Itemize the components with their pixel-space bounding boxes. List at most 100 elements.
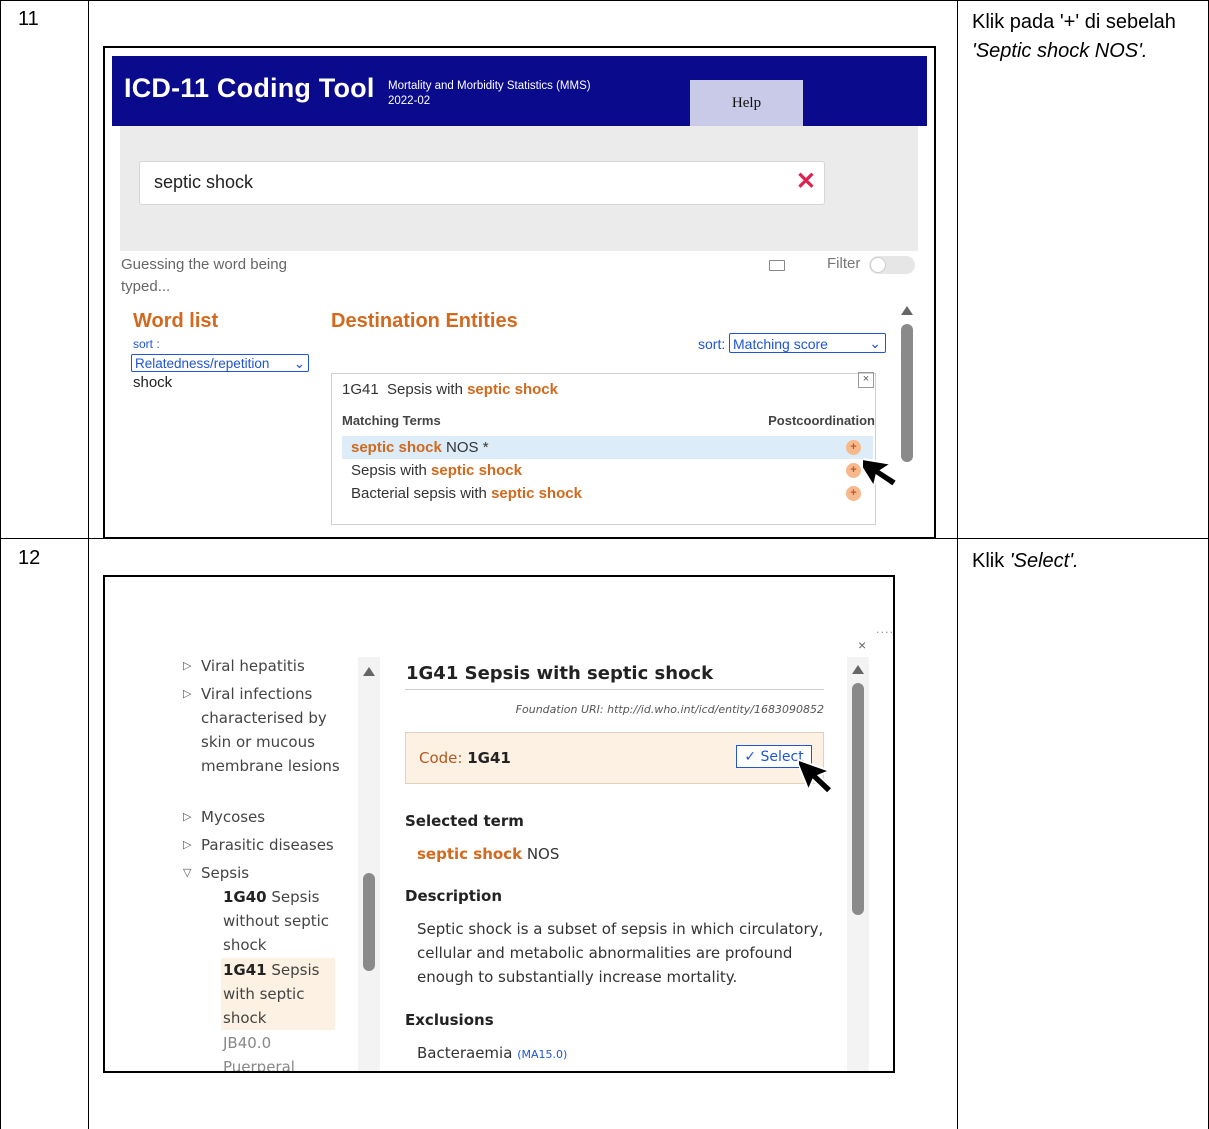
tree-item-label: Mycoses [201,808,266,826]
exclusions-heading: Exclusions [405,1011,494,1029]
collapse-icon[interactable]: ▽ [183,861,191,885]
selected-term-highlight: septic shock [417,845,523,863]
expand-icon[interactable]: ▷ [183,833,191,857]
instruction-emphasis: 'Septic shock NOS'. [972,40,1148,62]
entity-title-highlight: septic shock [467,381,558,398]
selected-term-suffix: NOS [522,845,560,863]
expand-icon[interactable]: ▷ [183,654,191,678]
results-scrollbar-thumb[interactable] [901,324,913,462]
word-list-sort-select[interactable]: Relatedness/repetition ⌄ [131,354,309,372]
step-number-11: 11 [18,8,39,30]
term-text: Sepsis with septic shock [351,459,522,482]
instruction-text: Klik [972,550,1010,572]
close-icon[interactable]: × [858,372,874,388]
tree-item-label: Viral hepatitis [201,657,305,675]
code-prefix: Code: [419,749,463,767]
entity-title[interactable]: 1G41 Sepsis with septic shock [342,381,558,398]
term-prefix: Sepsis with [351,462,432,479]
term-highlight: septic shock [491,485,582,502]
detail-scrollbar-thumb[interactable] [852,683,864,915]
tree-item-label: Sepsis [201,864,250,882]
word-list-item[interactable]: shock [133,374,172,391]
sort-value: Relatedness/repetition [135,356,270,371]
instruction-text: Klik pada '+' di sebelah [972,11,1176,33]
screenshot-entity-detail: .... × ▷ Viral hepatitis ▷ Viral infecti… [103,575,895,1073]
release-name: Mortality and Morbidity Statistics (MMS) [388,80,591,92]
keyboard-icon[interactable] [769,260,785,271]
term-text: Bacterial sepsis with septic shock [351,482,582,505]
scroll-up-icon[interactable] [901,306,913,315]
release-version: 2022-02 [388,95,431,107]
sort-value: Matching score [733,336,828,352]
tree-child-1g40[interactable]: 1G40 Sepsis without septic shock [223,885,335,957]
child-code: JB40.0 [223,1034,272,1052]
word-list-heading: Word list [133,310,219,332]
screenshot-coding-tool-search: ICD-11 Coding Tool Mortality and Morbidi… [103,46,936,539]
instruction-emphasis: 'Select'. [1009,550,1079,572]
chevron-down-icon: ⌄ [293,356,305,371]
description-text: Septic shock is a subset of sepsis in wh… [417,917,823,989]
expand-icon[interactable]: ▷ [183,805,191,829]
table-col-divider-1 [88,0,89,1129]
expand-icon[interactable]: ▷ [183,682,191,706]
search-input[interactable]: septic shock ✕ [139,161,825,205]
destination-sort-select[interactable]: Matching score ⌄ [729,333,886,353]
search-panel: septic shock ✕ [120,126,918,251]
tree-scrollbar-thumb[interactable] [363,873,375,971]
postcoordination-plus-icon[interactable]: + [846,463,861,478]
postcoordination-plus-icon[interactable]: + [846,486,861,501]
mouse-cursor-icon [799,757,834,796]
table-border-top [0,0,1209,1]
title-divider [405,689,824,690]
chevron-down-icon: ⌄ [869,335,881,351]
description-heading: Description [405,887,503,905]
description-line: enough to substantially increase mortali… [417,968,738,986]
scroll-up-icon[interactable] [852,665,864,674]
child-code: 1G40 [223,888,267,906]
entity-code: 1G41 [342,381,379,398]
term-highlight: septic shock [431,462,522,479]
destination-sort-label: sort: [698,336,726,352]
guess-status: Guessing the word being typed... [121,256,287,295]
toggle-knob [870,257,886,273]
tree-child-jb40[interactable]: JB40.0 Puerperal [223,1031,335,1073]
selected-term-heading: Selected term [405,812,524,830]
ellipsis-mark: .... [876,623,894,636]
matching-term-row[interactable]: Bacterial sepsis with septic shock + [342,482,873,505]
postcoordination-plus-icon[interactable]: + [846,440,861,455]
app-subtitle: Mortality and Morbidity Statistics (MMS)… [388,79,591,109]
term-suffix: NOS * [441,439,489,456]
step-number-12: 12 [18,547,41,569]
foundation-uri: Foundation URI: http://id.who.int/icd/en… [515,703,824,716]
scroll-up-icon[interactable] [363,667,375,676]
code-box: Code: 1G41 ✓ Select [405,732,824,784]
matching-term-row[interactable]: Sepsis with septic shock + [342,459,873,482]
selected-term: septic shock NOS [417,842,559,866]
child-title: Puerperal [223,1058,295,1073]
entity-detail-title: 1G41 Sepsis with septic shock [406,663,714,684]
matching-term-row[interactable]: septic shock NOS * + [342,436,873,459]
app-header: ICD-11 Coding Tool Mortality and Morbidi… [112,56,927,126]
term-text: septic shock NOS * [351,436,489,459]
exclusion-code-link[interactable]: (MA15.0) [517,1048,567,1061]
clear-search-icon[interactable]: ✕ [796,167,816,196]
description-line: Septic shock is a subset of sepsis in wh… [417,920,824,938]
entity-card: 1G41 Sepsis with septic shock × Matching… [331,372,876,525]
term-highlight: septic shock [351,439,442,456]
mouse-cursor-icon [863,456,899,490]
tree-child-1g41-selected[interactable]: 1G41 Sepsis with septic shock [221,958,335,1030]
table-border-left [0,0,1,1129]
entity-title-text: Sepsis with [387,381,463,398]
matching-terms-header: Matching Terms [342,413,441,428]
description-line: cellular and metabolic abnormalities are… [417,944,793,962]
child-code: 1G41 [223,961,267,979]
filter-toggle[interactable] [869,256,915,274]
step-11-instruction: Klik pada '+' di sebelah 'Septic shock N… [972,8,1182,66]
step-12-instruction: Klik 'Select'. [972,547,1182,576]
help-tab[interactable]: Help [690,80,803,126]
tree-item-label: Parasitic diseases [201,836,334,854]
filter-label: Filter [827,255,861,272]
tree-scrollbar[interactable] [358,657,380,1071]
close-icon[interactable]: × [858,637,866,653]
tree-item-label: Viral infections characterised by skin o… [201,685,340,775]
